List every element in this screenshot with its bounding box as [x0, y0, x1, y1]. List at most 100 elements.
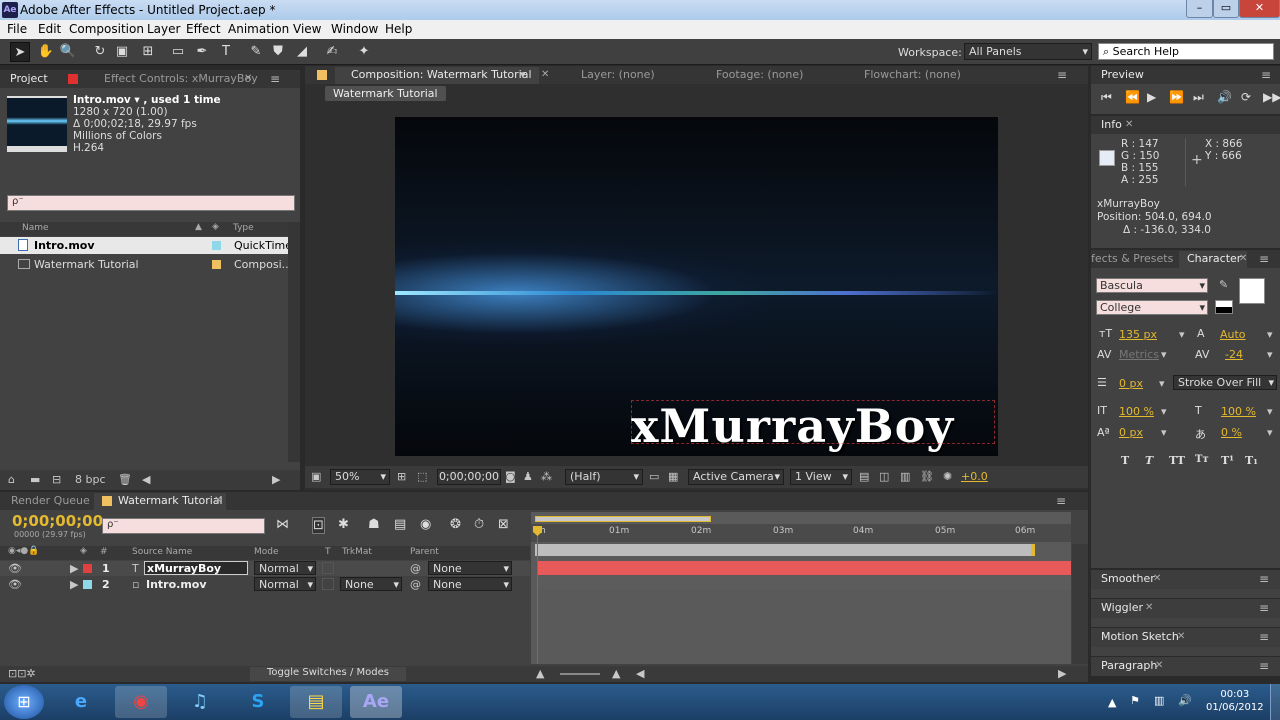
tab-smoother[interactable]: Smoother — [1101, 572, 1155, 585]
scroll-right-icon[interactable]: ▶ — [272, 473, 280, 486]
work-area-bar[interactable] — [535, 516, 711, 522]
menu-animation[interactable]: Animation — [228, 22, 289, 36]
screen-recorder-icon[interactable]: ▤ — [290, 686, 342, 718]
draft-3d-icon[interactable]: ✱ — [338, 517, 349, 532]
eyedropper-icon[interactable]: ✎ — [1219, 278, 1228, 291]
tab-layer[interactable]: Layer: (none) — [581, 68, 655, 81]
panel-menu-icon[interactable]: ≡ — [1259, 601, 1269, 615]
skype-icon[interactable]: S — [232, 686, 284, 718]
fast-previews-icon[interactable]: ◫ — [879, 470, 889, 483]
column-type[interactable]: Type — [233, 223, 254, 233]
column-trkmat[interactable]: TrkMat — [342, 547, 372, 557]
hide-shy-layers-icon[interactable]: ☗ — [368, 517, 380, 532]
expand-arrow-icon[interactable]: ▶ — [70, 562, 78, 575]
parent-dropdown[interactable]: None ▾ — [428, 561, 512, 575]
menu-composition[interactable]: Composition — [69, 22, 144, 36]
tab-preview[interactable]: Preview — [1101, 68, 1144, 81]
chevron-down-icon[interactable]: ▾ — [1267, 426, 1273, 439]
project-item-row[interactable]: Intro.mov QuickTime ⛓ — [0, 237, 300, 254]
timeline-scrollbar[interactable] — [1072, 544, 1088, 664]
expand-layer-switches-icon[interactable]: ⊡⊡✲ — [8, 667, 36, 680]
timeline-current-time[interactable]: 0;00;00;00 — [12, 512, 103, 530]
chrome-icon[interactable]: ◉ — [115, 686, 167, 718]
after-effects-icon[interactable]: Ae — [350, 686, 402, 718]
layer-label-swatch[interactable] — [83, 580, 92, 589]
tab-footage[interactable]: Footage: (none) — [716, 68, 803, 81]
close-icon[interactable]: ✕ — [1153, 573, 1161, 584]
close-icon[interactable]: ✕ — [541, 69, 549, 80]
last-frame-icon[interactable]: ⏭ — [1193, 90, 1204, 105]
live-update-icon[interactable]: ⊡ — [312, 517, 325, 534]
next-frame-icon[interactable]: ⏩ — [1169, 90, 1184, 104]
timeline-icon[interactable]: ▥ — [900, 470, 910, 483]
subscript-icon[interactable]: T₁ — [1245, 454, 1258, 467]
chevron-down-icon[interactable]: ▾ — [1161, 348, 1167, 361]
current-time-indicator[interactable] — [537, 526, 538, 664]
itunes-icon[interactable]: ♫ — [174, 686, 226, 718]
motion-blur-icon[interactable]: ◉ — [420, 517, 431, 532]
column-source-name[interactable]: Source Name — [132, 547, 192, 557]
parent-dropdown[interactable]: None ▾ — [428, 577, 512, 591]
layer-name[interactable]: Intro.mov — [146, 578, 207, 591]
kerning-value[interactable]: Metrics — [1119, 348, 1159, 361]
current-time-field[interactable]: 0;00;00;00 — [437, 469, 501, 485]
type-tool-icon[interactable]: T — [216, 42, 236, 62]
previous-frame-icon[interactable]: ⏪ — [1125, 90, 1140, 104]
tab-project[interactable]: Project — [10, 72, 48, 85]
close-icon[interactable]: ✕ — [1177, 631, 1185, 642]
tab-flowchart[interactable]: Flowchart: (none) — [864, 68, 961, 81]
all-caps-icon[interactable]: TT — [1169, 454, 1185, 467]
time-ruler[interactable]: m 01m 02m 03m 04m 05m 06m — [531, 524, 1071, 542]
eye-icon[interactable]: 👁 — [8, 562, 22, 575]
resolution-dropdown[interactable]: (Half) ▾ — [565, 469, 643, 485]
tab-paragraph[interactable]: Paragraph — [1101, 659, 1157, 672]
maximize-button[interactable]: ▭ — [1213, 0, 1239, 18]
close-icon[interactable]: ✕ — [214, 495, 222, 506]
tab-motion-sketch[interactable]: Motion Sketch — [1101, 630, 1179, 643]
chevron-down-icon[interactable]: ▾ — [1267, 328, 1273, 341]
chevron-down-icon[interactable]: ▾ — [1161, 405, 1167, 418]
layer-label-swatch[interactable] — [83, 564, 92, 573]
chevron-down-icon[interactable]: ▾ — [520, 68, 526, 81]
menu-view[interactable]: View — [293, 22, 321, 36]
superscript-icon[interactable]: T¹ — [1221, 454, 1234, 467]
pen-tool-icon[interactable]: ✒ — [192, 42, 212, 62]
camera-dropdown[interactable]: Active Camera ▾ — [688, 469, 784, 485]
audio-icon[interactable]: 🔊 — [1217, 90, 1232, 104]
project-item-row[interactable]: Watermark Tutorial Composi... — [0, 256, 292, 273]
comp-mini-flowchart-icon[interactable]: ⋈ — [276, 517, 289, 532]
frame-blending-icon[interactable]: ▤ — [394, 517, 406, 532]
fill-color-swatch[interactable] — [1239, 278, 1265, 304]
toggle-switches-modes-button[interactable]: Toggle Switches / Modes — [250, 667, 406, 681]
font-family-dropdown[interactable]: Bascula ▾ — [1096, 278, 1208, 293]
new-folder-icon[interactable]: ▬ — [30, 473, 40, 486]
column-parent[interactable]: Parent — [410, 547, 439, 557]
panel-menu-icon[interactable]: ≡ — [1259, 252, 1269, 266]
flowchart-icon[interactable]: ⛓ — [920, 470, 934, 483]
pick-whip-icon[interactable]: @ — [410, 562, 421, 575]
close-icon[interactable]: ✕ — [1155, 660, 1163, 671]
transparency-grid-icon[interactable]: ▦ — [668, 470, 678, 483]
clone-stamp-tool-icon[interactable]: ⛊ — [268, 42, 288, 62]
brainstorm-icon[interactable]: ❂ — [450, 517, 461, 532]
region-of-interest-icon[interactable]: ▭ — [649, 470, 659, 483]
brush-tool-icon[interactable]: ✎ — [246, 42, 266, 62]
safe-margins-icon[interactable]: ⊞ — [397, 470, 406, 483]
puppet-tool-icon[interactable]: ✦ — [354, 42, 374, 62]
camera-tool-icon[interactable]: ▣ — [112, 42, 132, 62]
menu-edit[interactable]: Edit — [38, 22, 61, 36]
search-help-input[interactable]: ⌕ Search Help — [1098, 43, 1274, 60]
menu-layer[interactable]: Layer — [147, 22, 180, 36]
tab-effects-presets[interactable]: fects & Presets — [1091, 252, 1173, 265]
preserve-transparency-toggle[interactable] — [322, 578, 334, 590]
time-graph[interactable]: m 01m 02m 03m 04m 05m 06m — [531, 512, 1071, 664]
rectangle-tool-icon[interactable]: ▭ — [168, 42, 188, 62]
panel-menu-icon[interactable]: ≡ — [1259, 659, 1269, 673]
layer-duration-bar[interactable] — [537, 561, 1071, 575]
internet-explorer-icon[interactable]: e — [55, 686, 107, 718]
show-desktop-button[interactable] — [1270, 684, 1280, 720]
tab-composition[interactable]: Composition: Watermark Tutorial — [351, 68, 532, 81]
comp-breadcrumb[interactable]: Watermark Tutorial — [325, 86, 446, 101]
chevron-down-icon[interactable]: ▾ — [1161, 426, 1167, 439]
chevron-down-icon[interactable]: ▾ — [1159, 377, 1165, 390]
